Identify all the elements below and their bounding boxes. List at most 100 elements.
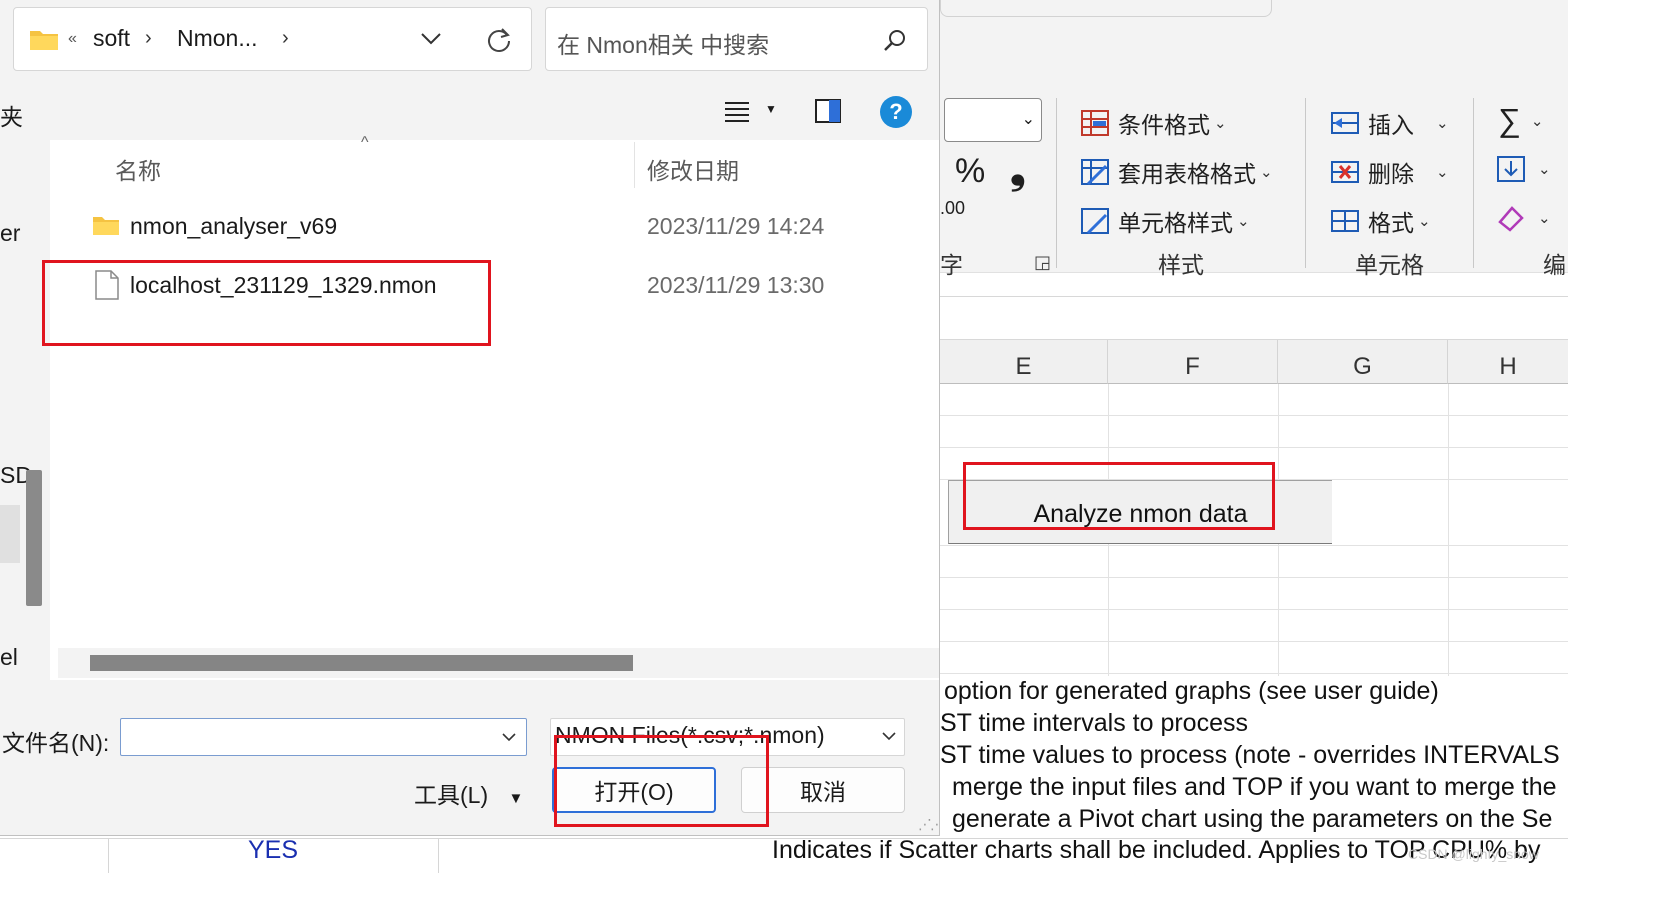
preview-pane-icon[interactable] (814, 98, 842, 124)
param-description-3: ST time values to process (note - overri… (940, 741, 1560, 769)
file-date: 2023/11/29 13:30 (647, 272, 825, 298)
format-as-table-button[interactable]: 套用表格格式 ⌄ (1080, 155, 1273, 189)
ribbon-separator (1305, 98, 1306, 268)
breadcrumb-overflow[interactable]: « (68, 30, 77, 48)
nav-item-fragment[interactable]: er (0, 220, 20, 247)
chevron-down-icon[interactable] (882, 731, 896, 741)
folder-icon (93, 217, 119, 235)
column-header-e[interactable]: E (940, 340, 1108, 384)
horizontal-scrollbar-thumb[interactable] (90, 655, 633, 671)
cell-styles-label: 单元格样式 (1118, 210, 1233, 236)
param-description-2: ST time intervals to process (940, 709, 1248, 737)
dialog-launcher-icon[interactable]: ◲ (1034, 252, 1051, 273)
chevron-down-icon: ⌄ (1260, 164, 1273, 181)
formula-bar[interactable] (940, 296, 1568, 340)
decrease-decimal-button[interactable]: .00 (940, 199, 965, 217)
param-description-5: generate a Pivot chart using the paramet… (952, 805, 1553, 833)
help-icon[interactable]: ? (880, 96, 912, 128)
grid-line (940, 673, 1568, 674)
cell-styles-icon (1081, 208, 1109, 235)
column-divider[interactable] (634, 142, 635, 188)
nav-selected-item[interactable] (0, 505, 20, 563)
breadcrumb-item-nmon[interactable]: Nmon... (177, 25, 258, 52)
column-header-date[interactable]: 修改日期 (647, 152, 739, 186)
delete-cells-label: 删除 (1368, 161, 1414, 187)
cells-group-label: 单元格 (1355, 252, 1424, 278)
file-name[interactable]: nmon_analyser_v69 (130, 213, 337, 240)
chevron-down-icon: ⌄ (1214, 115, 1227, 132)
tools-label: 工具(L) (414, 782, 489, 808)
grid-line (940, 415, 1568, 416)
view-menu-icon[interactable] (724, 100, 750, 122)
grid-line (1448, 384, 1449, 676)
conditional-format-icon (1081, 110, 1109, 136)
format-cells-button[interactable]: 格式 ⌄ (1330, 204, 1431, 238)
grid-line (108, 838, 109, 873)
chevron-down-icon: ⌄ (1538, 210, 1551, 227)
column-header-h[interactable]: H (1448, 340, 1568, 384)
percent-style-button[interactable]: % (955, 152, 985, 191)
chevron-down-icon: ⌄ (1436, 115, 1449, 132)
highlight-analyze-button (963, 462, 1275, 530)
ribbon-separator (1473, 98, 1474, 268)
refresh-icon[interactable] (486, 27, 512, 53)
conditional-formatting-button[interactable]: 条件格式 ⌄ (1080, 106, 1227, 140)
eraser-icon (1498, 206, 1524, 232)
organize-menu-fragment[interactable]: 夹 (0, 98, 23, 132)
styles-group-label: 样式 (1158, 252, 1204, 278)
tools-menu-button[interactable]: 工具(L) ▼ (414, 776, 523, 810)
delete-cells-icon (1331, 161, 1359, 183)
autosum-button[interactable]: ∑ ⌄ (1498, 102, 1543, 139)
column-header-f[interactable]: F (1108, 340, 1278, 384)
search-input[interactable]: 在 Nmon相关 中搜索 (557, 26, 769, 60)
search-box[interactable]: 在 Nmon相关 中搜索 (545, 7, 928, 71)
ribbon-tab-strip (940, 0, 1272, 17)
chevron-down-icon: ⌄ (1436, 164, 1449, 181)
comma-style-button[interactable]: ❟ (1010, 148, 1026, 193)
highlight-nmon-file (42, 260, 491, 346)
clear-button[interactable]: ⌄ (1496, 204, 1551, 232)
grid-line (940, 609, 1568, 610)
format-cells-icon (1331, 210, 1359, 232)
fill-button[interactable]: ⌄ (1496, 155, 1551, 183)
sort-ascending-icon: ^ (361, 134, 369, 151)
format-as-table-label: 套用表格格式 (1118, 161, 1256, 187)
format-as-table-icon (1081, 159, 1109, 186)
chevron-down-icon: ⌄ (1021, 111, 1035, 128)
chevron-down-icon[interactable]: ▼ (765, 102, 777, 116)
insert-cells-button[interactable]: 插入 ⌄ (1330, 106, 1449, 140)
column-header-name[interactable]: 名称 (115, 152, 161, 186)
highlight-open-button (554, 735, 769, 827)
chevron-down-icon[interactable] (502, 732, 516, 742)
number-format-dropdown[interactable]: ⌄ (944, 98, 1042, 142)
resize-grip-icon[interactable]: ⋰⋰ (918, 816, 939, 833)
search-icon[interactable] (882, 28, 908, 54)
chevron-down-icon: ⌄ (1530, 112, 1544, 130)
address-bar[interactable]: « soft › Nmon... › (13, 7, 532, 71)
ribbon-separator (1056, 98, 1057, 268)
insert-cells-icon (1331, 112, 1359, 134)
sum-icon: ∑ (1498, 102, 1521, 138)
param-description-1: option for generated graphs (see user gu… (944, 677, 1439, 705)
chevron-right-icon[interactable]: › (282, 27, 289, 50)
breadcrumb-item-soft[interactable]: soft (93, 25, 130, 52)
scatter-option-cell[interactable]: YES (248, 836, 298, 865)
cell-styles-button[interactable]: 单元格样式 ⌄ (1080, 204, 1250, 238)
grid-line (940, 545, 1568, 546)
open-file-dialog: « soft › Nmon... › 在 Nmon相关 中搜索 夹 ▼ ? er… (0, 0, 940, 836)
nav-scrollbar-thumb[interactable] (26, 470, 42, 606)
grid-line (438, 838, 439, 873)
chevron-right-icon[interactable]: › (145, 27, 152, 50)
filename-label: 文件名(N): (2, 730, 110, 756)
insert-cells-label: 插入 (1368, 112, 1414, 138)
grid-line (940, 641, 1568, 642)
filename-input[interactable] (120, 718, 527, 756)
chevron-down-icon: ⌄ (1538, 161, 1551, 178)
chevron-down-icon[interactable] (420, 32, 442, 46)
column-header-g[interactable]: G (1278, 340, 1448, 384)
conditional-formatting-label: 条件格式 (1118, 112, 1210, 138)
delete-cells-button[interactable]: 删除 ⌄ (1330, 155, 1449, 189)
nav-item-fragment[interactable]: el (0, 644, 18, 671)
dialog-toolbar: 夹 ▼ ? (0, 84, 939, 140)
chevron-down-icon: ⌄ (1237, 213, 1250, 230)
